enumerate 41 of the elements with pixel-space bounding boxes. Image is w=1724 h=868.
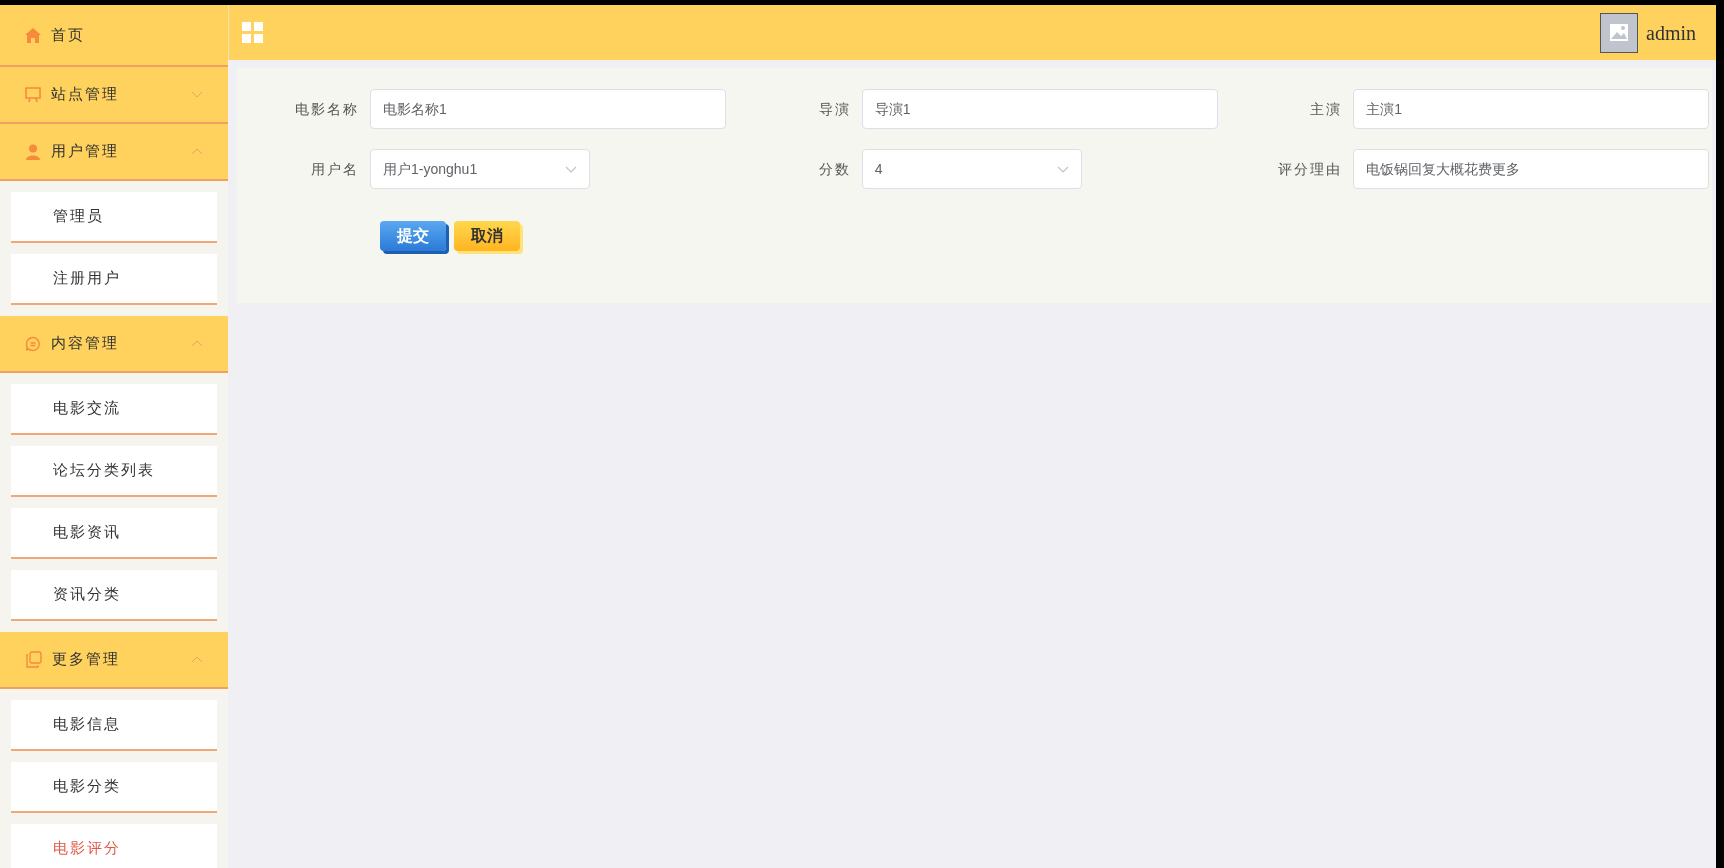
menu-label: 更多管理 bbox=[52, 650, 121, 670]
input-field[interactable]: 主演1 bbox=[1353, 89, 1710, 129]
user-name[interactable]: admin bbox=[1646, 17, 1696, 48]
chat-icon bbox=[25, 335, 41, 352]
menu-label: 首页 bbox=[51, 25, 86, 45]
field-label: 评分理由 bbox=[1277, 160, 1344, 179]
submenu-item[interactable]: 电影资讯 bbox=[11, 508, 217, 559]
user-icon bbox=[25, 143, 41, 160]
cancel-button[interactable]: 取消 bbox=[454, 221, 520, 251]
submenu-item[interactable]: 资讯分类 bbox=[11, 570, 217, 621]
submenu-item[interactable]: 注册用户 bbox=[11, 254, 217, 305]
select-field[interactable]: 4 bbox=[861, 149, 1082, 189]
input-field[interactable]: 导演1 bbox=[861, 89, 1218, 129]
field-label: 电影名称 bbox=[294, 100, 360, 119]
home-icon bbox=[25, 27, 41, 43]
select-field[interactable]: 用户1-yonghu1 bbox=[370, 149, 590, 189]
easel-icon bbox=[25, 86, 41, 103]
input-field[interactable]: 电饭锅回复大概花费更多 bbox=[1353, 149, 1710, 189]
menu-label: 内容管理 bbox=[51, 334, 120, 354]
copy-icon bbox=[25, 651, 42, 668]
field-label: 分数 bbox=[817, 160, 852, 179]
submenu-item[interactable]: 电影评分 bbox=[11, 824, 217, 868]
menu-group[interactable]: 站点管理 bbox=[0, 67, 228, 124]
field-label: 导演 bbox=[817, 100, 852, 119]
menu-label: 用户管理 bbox=[51, 142, 120, 162]
submenu-item[interactable]: 管理员 bbox=[11, 192, 217, 243]
menu-item[interactable]: 首页 bbox=[0, 5, 228, 67]
menu-label: 站点管理 bbox=[51, 85, 120, 105]
menu-group[interactable]: 内容管理 bbox=[0, 316, 228, 373]
menu-group[interactable]: 更多管理 bbox=[0, 632, 228, 689]
avatar-image-icon[interactable] bbox=[1600, 12, 1638, 53]
field-label: 用户名 bbox=[310, 160, 360, 179]
submenu-item[interactable]: 电影交流 bbox=[11, 384, 217, 435]
submenu-item[interactable]: 电影信息 bbox=[11, 700, 217, 751]
submenu-item[interactable]: 论坛分类列表 bbox=[11, 446, 217, 497]
dropdown-caret-icon bbox=[1056, 165, 1069, 173]
input-field[interactable]: 电影名称1 bbox=[370, 89, 726, 129]
dropdown-caret-icon bbox=[565, 165, 577, 173]
field-label: 主演 bbox=[1309, 100, 1344, 119]
menu-group[interactable]: 用户管理 bbox=[0, 124, 228, 181]
submenu-item[interactable]: 电影分类 bbox=[11, 762, 217, 813]
